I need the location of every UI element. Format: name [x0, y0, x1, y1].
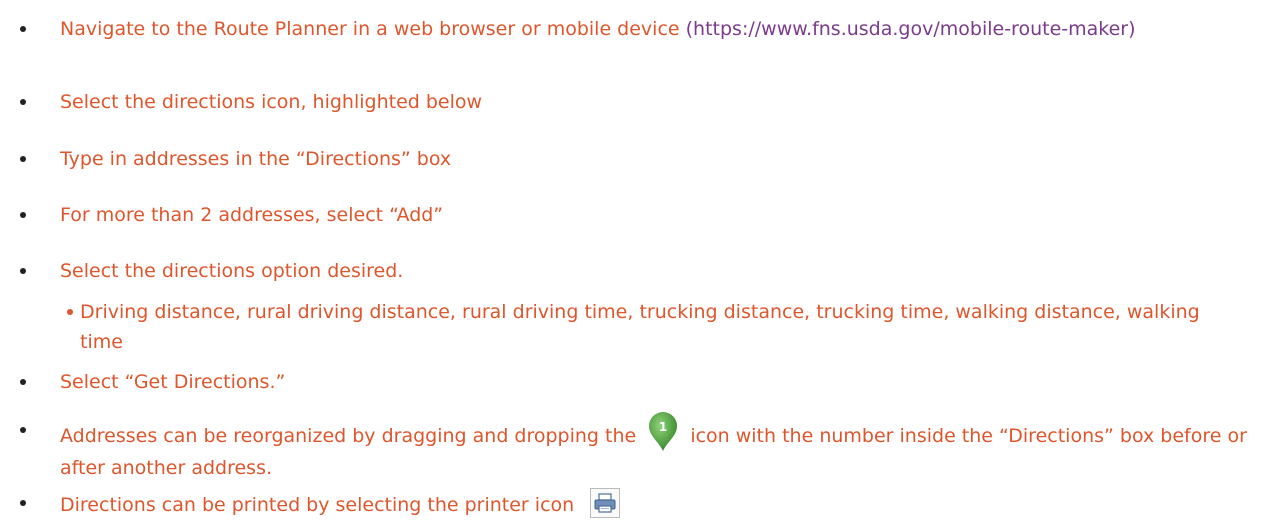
- bullet-dot: [20, 500, 26, 506]
- printer-icon: [590, 488, 621, 518]
- list-item-text: Navigate to the Route Planner in a web b…: [60, 14, 1270, 44]
- bullet-dot: [20, 212, 26, 218]
- list-item-text: Addresses can be reorganized by dragging…: [60, 412, 1270, 484]
- bullet-dot: [20, 156, 26, 162]
- instruction-text: Addresses can be reorganized by dragging…: [60, 425, 637, 447]
- instructions-page: Navigate to the Route Planner in a web b…: [0, 0, 1285, 529]
- bullet-dot: [20, 268, 26, 274]
- bullet-dot: [20, 26, 26, 32]
- instruction-text: Navigate to the Route Planner in a web b…: [60, 18, 686, 40]
- list-item: Navigate to the Route Planner in a web b…: [0, 14, 1285, 74]
- bullet-dot: [20, 427, 26, 433]
- instruction-text: For more than 2 addresses, select “Add”: [60, 204, 444, 226]
- list-item-text: Directions can be printed by selecting t…: [60, 488, 1270, 520]
- instruction-text: Driving distance, rural driving distance…: [80, 301, 1200, 353]
- map-pin-icon: 1: [646, 412, 680, 452]
- instruction-text: Select “Get Directions.”: [60, 371, 286, 393]
- sub-bullet-dot: [67, 309, 73, 315]
- instruction-text: Type in addresses in the “Directions” bo…: [60, 148, 452, 170]
- bullet-dot: [20, 99, 26, 105]
- pin-number: 1: [659, 420, 667, 434]
- list-item: Addresses can be reorganized by dragging…: [0, 412, 1285, 479]
- instruction-text: Select the directions option desired.: [60, 260, 404, 282]
- bullet-dot: [20, 379, 26, 385]
- route-maker-link[interactable]: (https://www.fns.usda.gov/mobile-route-m…: [686, 18, 1136, 40]
- instruction-text: Directions can be printed by selecting t…: [60, 494, 575, 516]
- sub-list-item: Driving distance, rural driving distance…: [0, 297, 1285, 359]
- instruction-text: Select the directions icon, highlighted …: [60, 91, 483, 113]
